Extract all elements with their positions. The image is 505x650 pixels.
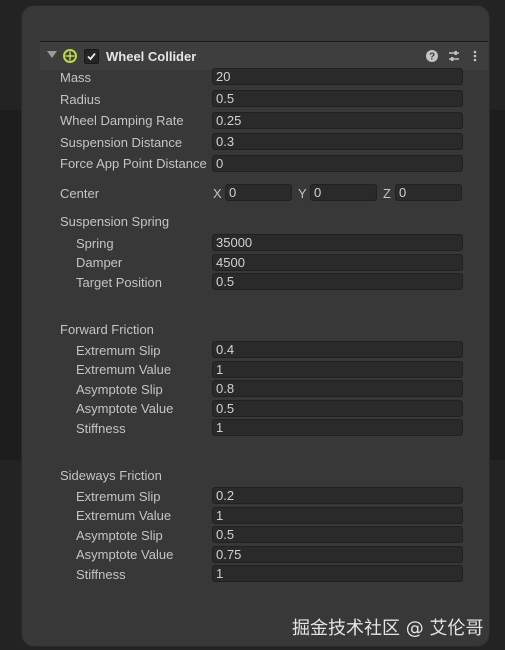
- force-app-point-distance-label: Force App Point Distance: [60, 156, 207, 171]
- damper-field[interactable]: 4500: [212, 254, 463, 271]
- svg-text:?: ?: [429, 52, 435, 63]
- forward-stiffness-field[interactable]: 1: [212, 419, 463, 436]
- foldout-arrow-icon[interactable]: [47, 51, 57, 58]
- sideways-asymptote-slip-label: Asymptote Slip: [76, 528, 163, 543]
- sideways-extremum-slip-label: Extremum Slip: [76, 489, 161, 504]
- forward-friction-header[interactable]: Forward Friction: [60, 322, 154, 337]
- help-icon[interactable]: ?: [425, 49, 439, 63]
- radius-label: Radius: [60, 92, 101, 107]
- sideways-stiffness-label: Stiffness: [76, 567, 126, 582]
- force-app-point-distance-field[interactable]: 0: [212, 155, 463, 172]
- center-y-label: Y: [298, 186, 307, 201]
- center-z-field[interactable]: 0: [395, 184, 462, 201]
- forward-asymptote-slip-field[interactable]: 0.8: [212, 380, 463, 397]
- mass-field[interactable]: 20: [212, 68, 463, 85]
- damper-label: Damper: [76, 255, 123, 270]
- forward-asymptote-value-label: Asymptote Value: [76, 401, 174, 416]
- watermark-text: 掘金技术社区 @ 艾伦哥: [292, 618, 484, 639]
- center-x-label: X: [213, 186, 222, 201]
- center-z-label: Z: [383, 186, 391, 201]
- wheel-collider-icon: [63, 49, 77, 63]
- forward-extremum-slip-field[interactable]: 0.4: [212, 341, 463, 358]
- component-header[interactable]: Wheel Collider ?: [40, 41, 488, 70]
- center-y-field[interactable]: 0: [310, 184, 377, 201]
- wheel-damping-rate-label: Wheel Damping Rate: [60, 113, 184, 128]
- forward-extremum-value-label: Extremum Value: [76, 362, 172, 377]
- suspension-distance-label: Suspension Distance: [60, 135, 183, 150]
- sideways-friction-header[interactable]: Sideways Friction: [60, 468, 162, 483]
- suspension-spring-header[interactable]: Suspension Spring: [60, 214, 169, 229]
- sideways-extremum-value-label: Extremum Value: [76, 508, 172, 523]
- sideways-extremum-value-field[interactable]: 1: [212, 507, 463, 524]
- sideways-asymptote-value-label: Asymptote Value: [76, 547, 174, 562]
- forward-stiffness-label: Stiffness: [76, 421, 126, 436]
- enable-checkbox[interactable]: [84, 49, 99, 64]
- target-position-field[interactable]: 0.5: [212, 273, 463, 290]
- center-x-field[interactable]: 0: [225, 184, 292, 201]
- checkmark-icon: [87, 52, 96, 61]
- inspector-panel: Wheel Collider ? Mass 20 Radius 0.5 Whee…: [22, 6, 489, 646]
- target-position-label: Target Position: [76, 275, 162, 290]
- forward-asymptote-value-field[interactable]: 0.5: [212, 400, 463, 417]
- preset-icon[interactable]: [447, 49, 461, 63]
- sideways-stiffness-field[interactable]: 1: [212, 565, 463, 582]
- center-label: Center: [60, 186, 100, 201]
- kebab-menu-icon[interactable]: [468, 49, 482, 63]
- forward-asymptote-slip-label: Asymptote Slip: [76, 382, 163, 397]
- mass-label: Mass: [60, 70, 92, 85]
- sideways-extremum-slip-field[interactable]: 0.2: [212, 487, 463, 504]
- spring-label: Spring: [76, 236, 114, 251]
- wheel-damping-rate-field[interactable]: 0.25: [212, 112, 463, 129]
- suspension-distance-field[interactable]: 0.3: [212, 133, 463, 150]
- component-title: Wheel Collider: [106, 49, 197, 64]
- sideways-asymptote-slip-field[interactable]: 0.5: [212, 526, 463, 543]
- sideways-asymptote-value-field[interactable]: 0.75: [212, 546, 463, 563]
- forward-extremum-slip-label: Extremum Slip: [76, 343, 161, 358]
- forward-extremum-value-field[interactable]: 1: [212, 361, 463, 378]
- radius-field[interactable]: 0.5: [212, 90, 463, 107]
- spring-field[interactable]: 35000: [212, 234, 463, 251]
